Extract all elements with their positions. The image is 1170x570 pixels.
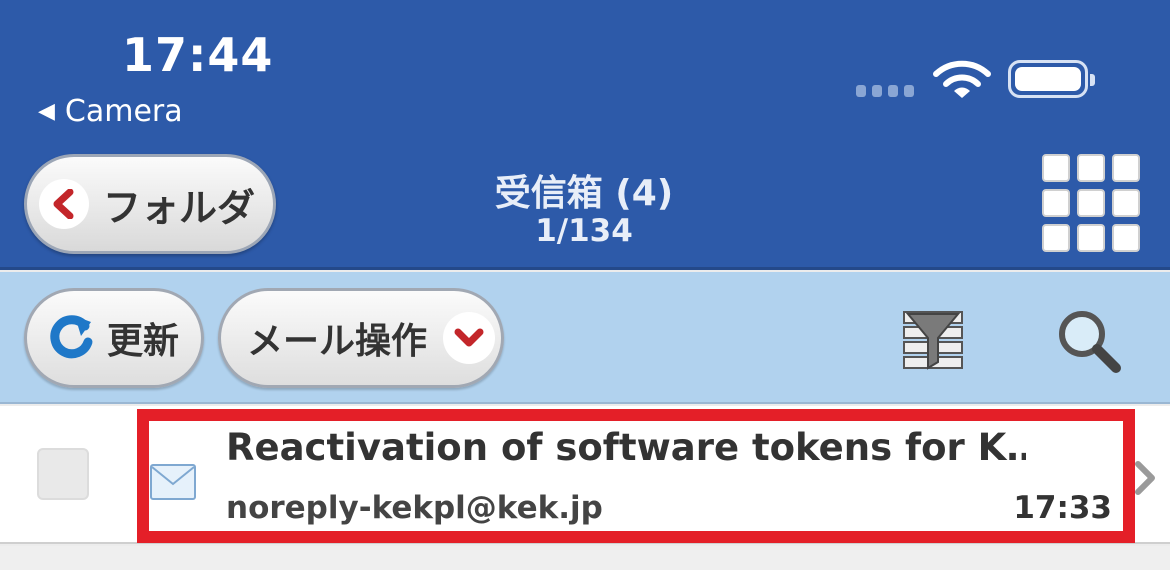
mail-operations-button[interactable]: メール操作 (218, 288, 504, 388)
page-count: 1/134 (535, 213, 633, 249)
page-title: 受信箱 (4) (494, 173, 674, 214)
refresh-icon (50, 315, 93, 359)
back-arrow-icon: ◀ (38, 99, 55, 124)
refresh-button[interactable]: 更新 (24, 288, 204, 388)
chevron-right-icon (1135, 461, 1155, 495)
mail-list-item[interactable]: Reactivation of software tokens for K… n… (0, 406, 1170, 544)
grid-menu-icon[interactable] (1042, 154, 1140, 252)
select-checkbox[interactable] (37, 448, 89, 500)
filter-icon[interactable] (902, 310, 964, 370)
signal-icon (856, 85, 914, 97)
battery-icon (1008, 60, 1095, 98)
refresh-label: 更新 (107, 321, 180, 362)
list-background (0, 546, 1170, 570)
folder-back-button[interactable]: フォルダ (24, 154, 276, 254)
folder-button-label: フォルダ (103, 185, 256, 230)
toolbar: 更新 メール操作 (0, 272, 1170, 404)
mail-operations-label: メール操作 (247, 321, 428, 362)
back-camera-label: Camera (64, 94, 183, 129)
selection-highlight (137, 409, 1135, 543)
wifi-icon (933, 60, 991, 98)
chevron-left-icon (39, 179, 89, 229)
chevron-down-icon (443, 312, 496, 364)
app-header: 17:44 ◀ Camera フォルダ 受信箱 (4) 1/134 (0, 0, 1170, 270)
back-to-camera-link[interactable]: ◀ Camera (38, 94, 183, 129)
search-icon[interactable] (1056, 308, 1122, 374)
status-time: 17:44 (122, 28, 274, 82)
